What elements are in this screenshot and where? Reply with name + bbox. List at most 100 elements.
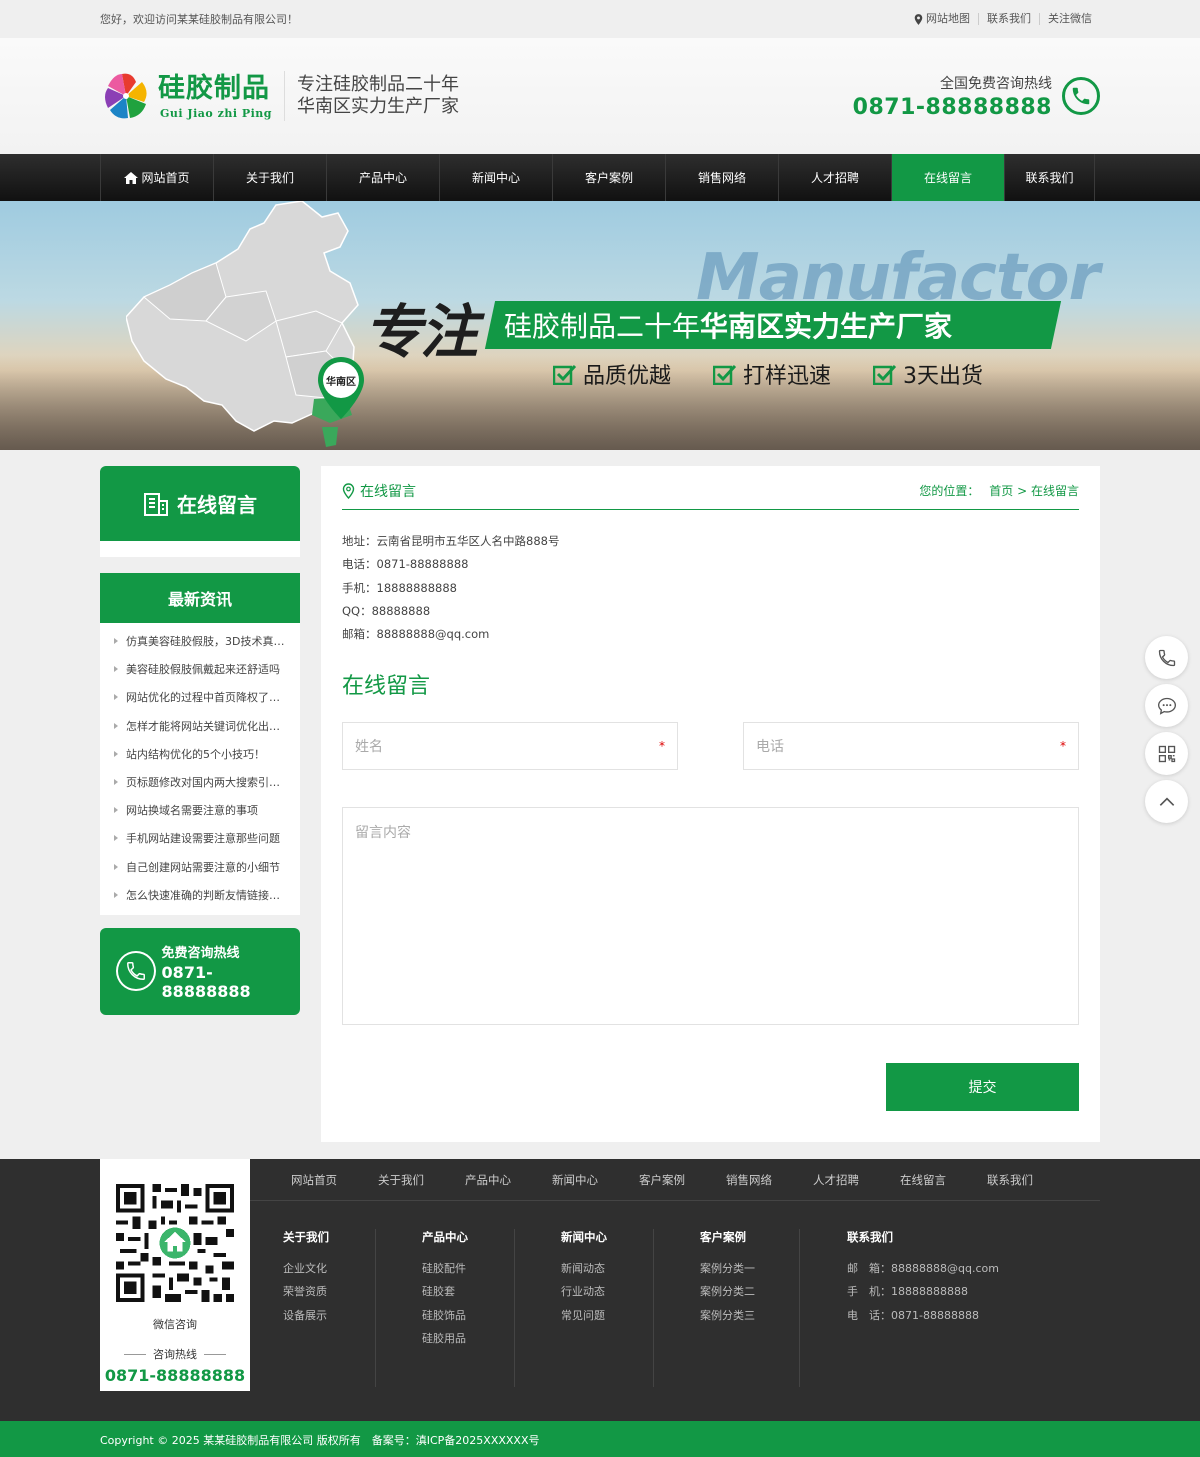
footer-nav-item[interactable]: 在线留言 — [900, 1172, 946, 1188]
contact-link[interactable]: 联系我们 — [978, 13, 1039, 25]
welcome-text: 您好，欢迎访问某某硅胶制品有限公司！ — [100, 13, 298, 26]
feature-label: 打样迅速 — [743, 364, 832, 389]
name-placeholder: 姓名 — [355, 739, 383, 756]
list-item[interactable]: 站内结构优化的5个小技巧！ — [100, 740, 300, 768]
list-item[interactable]: 怎么快速准确的判断友情链接的质量 — [100, 881, 300, 909]
list-item[interactable]: 网站换域名需要注意的事项 — [100, 796, 300, 824]
banner: 华南区 Manufactor 专注 硅胶制品二十年华南区实力生产厂家 品质优越 … — [0, 201, 1200, 450]
floating-toolbar — [1145, 636, 1188, 828]
banner-features: 品质优越 打样迅速 3天出货 — [553, 358, 1025, 390]
nav-item-contact[interactable]: 联系我们 — [1004, 154, 1095, 201]
phone-field[interactable]: 电话 * — [743, 722, 1079, 771]
footer-col-contact: 联系我们 邮 箱：88888888@qq.com 手 机：18888888888… — [800, 1229, 1090, 1387]
header: 硅胶制品 Gui Jiao zhi Ping 专注硅胶制品二十年 华南区实力生产… — [0, 38, 1200, 154]
hot-label: 免费咨询热线 — [161, 945, 240, 961]
main-nav: 网站首页 关于我们 产品中心 新闻中心 客户案例 销售网络 人才招聘 在线留言 … — [0, 154, 1200, 201]
form-title: 在线留言 — [342, 674, 431, 700]
list-item[interactable]: 手机网站建设需要注意那些问题 — [100, 824, 300, 852]
float-chat-button[interactable] — [1145, 684, 1188, 727]
sitemap-label: 网站地图 — [926, 12, 970, 25]
nav-label: 新闻中心 — [471, 171, 520, 185]
nav-label: 在线留言 — [923, 171, 972, 185]
nav-item-sales[interactable]: 销售网络 — [665, 154, 778, 201]
nav-item-about[interactable]: 关于我们 — [213, 154, 326, 201]
footer-col-cases: 客户案例 案例分类一 案例分类二 案例分类三 — [654, 1229, 800, 1387]
list-item[interactable]: 网站优化的过程中首页降权了怎么办 — [100, 683, 300, 711]
contact-label: 联系我们 — [987, 12, 1031, 25]
footer-nav-item[interactable]: 新闻中心 — [552, 1172, 598, 1188]
nav-item-cases[interactable]: 客户案例 — [552, 154, 665, 201]
hotline-label: 全国免费咨询热线 — [940, 75, 1052, 92]
slogan-line-2: 华南区实力生产厂家 — [296, 96, 459, 117]
banner-ribbon: 硅胶制品二十年华南区实力生产厂家 — [484, 301, 1062, 349]
footer-link[interactable]: 企业文化 — [283, 1257, 375, 1280]
breadcrumb-home[interactable]: 首页 — [989, 484, 1013, 498]
copyright-text: Copyright © 2025 某某硅胶制品有限公司 版权所有 备案号：滇IC… — [100, 1433, 540, 1447]
footer-nav-item[interactable]: 销售网络 — [726, 1172, 772, 1188]
slogan-line-1: 专注硅胶制品二十年 — [296, 74, 459, 95]
list-item[interactable]: 自己创建网站需要注意的小细节 — [100, 853, 300, 881]
page-title: 在线留言 — [360, 483, 416, 500]
nav-item-products[interactable]: 产品中心 — [326, 154, 439, 201]
sidebar-hotline: 免费咨询热线 0871-88888888 — [100, 927, 300, 1015]
footer-contact-email: 邮 箱：88888888@qq.com — [847, 1262, 999, 1275]
message-textarea[interactable]: 留言内容 — [342, 807, 1079, 1026]
main-area: 在线留言 最新资讯 仿真美容硅胶假肢，3D技术真实还原 美容硅胶假肢佩戴起来还舒… — [100, 450, 1100, 1142]
footer-nav-item[interactable]: 关于我们 — [378, 1172, 424, 1188]
news-title: 最新资讯 — [100, 573, 300, 623]
float-qr-button[interactable] — [1145, 732, 1188, 775]
nav-label: 产品中心 — [358, 171, 407, 185]
info-email: 邮箱：88888888@qq.com — [342, 627, 490, 642]
list-item[interactable]: 怎样才能将网站关键词优化出效果 — [100, 712, 300, 740]
phone-icon — [1062, 77, 1100, 115]
phone-icon — [116, 951, 156, 992]
logo-subtitle: Gui Jiao zhi Ping — [160, 106, 272, 120]
phone-icon — [1158, 649, 1175, 666]
header-hotline: 全国免费咨询热线 0871-88888888 — [853, 73, 1100, 120]
back-to-top-button[interactable] — [1145, 780, 1188, 823]
wechat-link[interactable]: 关注微信 — [1039, 13, 1100, 25]
nav-item-jobs[interactable]: 人才招聘 — [778, 154, 891, 201]
footer-link[interactable]: 荣誉资质 — [283, 1280, 375, 1303]
footer-nav-item[interactable]: 联系我们 — [987, 1172, 1033, 1188]
footer-link[interactable]: 设备展示 — [283, 1304, 375, 1327]
footer-link[interactable]: 行业动态 — [561, 1280, 653, 1303]
list-item[interactable]: 页标题修改对国内两大搜索引擎的影响 — [100, 768, 300, 796]
footer-link[interactable]: 案例分类三 — [700, 1304, 799, 1327]
breadcrumb-current[interactable]: 在线留言 — [1031, 484, 1079, 498]
footer-nav-item[interactable]: 人才招聘 — [813, 1172, 859, 1188]
location-icon — [342, 482, 355, 499]
footer-col-news: 新闻中心 新闻动态 行业动态 常见问题 — [515, 1229, 654, 1387]
qr-hot-number: 0871-88888888 — [104, 1366, 246, 1385]
footer-col-products: 产品中心 硅胶配件 硅胶套 硅胶饰品 硅胶用品 — [376, 1229, 515, 1387]
footer-link[interactable]: 新闻动态 — [561, 1257, 653, 1280]
sitemap-link[interactable]: 网站地图 — [906, 13, 978, 25]
footer-link[interactable]: 硅胶配件 — [422, 1257, 514, 1280]
info-address: 地址：云南省昆明市五华区人名中路888号 — [342, 534, 560, 548]
submit-button[interactable]: 提交 — [886, 1063, 1079, 1112]
footer-link[interactable]: 案例分类一 — [700, 1257, 799, 1280]
footer-link[interactable]: 常见问题 — [561, 1304, 653, 1327]
chat-icon — [1157, 697, 1176, 715]
nav-item-home[interactable]: 网站首页 — [100, 154, 213, 201]
footer-link[interactable]: 硅胶用品 — [422, 1327, 514, 1350]
checkbox-icon — [713, 364, 737, 385]
name-field[interactable]: 姓名 * — [342, 722, 678, 771]
list-item[interactable]: 美容硅胶假肢佩戴起来还舒适吗 — [100, 655, 300, 683]
footer-nav-item[interactable]: 产品中心 — [465, 1172, 511, 1188]
nav-item-message[interactable]: 在线留言 — [891, 154, 1004, 201]
footer-link[interactable]: 硅胶饰品 — [422, 1304, 514, 1327]
footer-link[interactable]: 硅胶套 — [422, 1280, 514, 1303]
footer-link[interactable]: 案例分类二 — [700, 1280, 799, 1303]
hot-number: 0871-88888888 — [161, 962, 251, 1001]
footer-nav-item[interactable]: 网站首页 — [291, 1172, 337, 1188]
float-phone-button[interactable] — [1145, 636, 1188, 679]
list-item[interactable]: 仿真美容硅胶假肢，3D技术真实还原 — [100, 627, 300, 655]
nav-item-news[interactable]: 新闻中心 — [439, 154, 552, 201]
logo[interactable]: 硅胶制品 Gui Jiao zhi Ping — [100, 70, 272, 122]
qr-box: 微信咨询 咨询热线 0871-88888888 — [100, 1159, 250, 1391]
nav-label: 客户案例 — [584, 171, 633, 185]
copyright-bar: Copyright © 2025 某某硅胶制品有限公司 版权所有 备案号：滇IC… — [0, 1421, 1200, 1457]
footer-nav-item[interactable]: 客户案例 — [639, 1172, 685, 1188]
slogan: 专注硅胶制品二十年 华南区实力生产厂家 — [283, 71, 459, 121]
